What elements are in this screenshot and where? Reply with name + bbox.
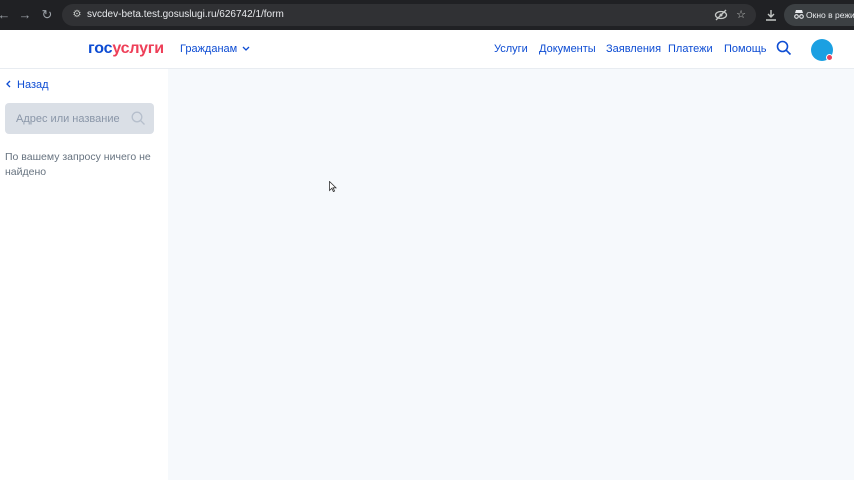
nav-link-services[interactable]: Услуги (494, 42, 528, 56)
back-arrow-icon[interactable]: ← (0, 7, 12, 23)
incognito-label: Окно в режим (806, 10, 854, 20)
audience-dropdown[interactable]: Гражданам (180, 42, 250, 56)
search-icon[interactable] (776, 40, 792, 56)
back-link[interactable]: Назад (5, 78, 49, 93)
back-label: Назад (17, 79, 49, 91)
address-search[interactable] (5, 103, 154, 134)
eye-off-icon[interactable] (714, 8, 728, 22)
logo-part-gos: гос (88, 40, 113, 57)
audience-label: Гражданам (180, 43, 238, 55)
gosuslugi-logo[interactable]: госуслуги (88, 40, 164, 58)
incognito-icon (792, 8, 806, 22)
site-header: госуслуги Гражданам Услуги Документы Зая… (0, 30, 854, 69)
map-area[interactable] (168, 69, 854, 480)
reload-icon[interactable]: ↻ (39, 7, 55, 23)
nav-link-payments[interactable]: Платежи (668, 42, 713, 56)
nav-link-documents[interactable]: Документы (539, 42, 596, 56)
search-icon[interactable] (131, 111, 146, 126)
nav-link-help[interactable]: Помощь (724, 42, 767, 56)
star-icon[interactable]: ☆ (734, 8, 748, 22)
logo-part-uslugi: услуги (112, 40, 164, 57)
chevron-left-icon (5, 79, 11, 93)
forward-arrow-icon[interactable]: → (17, 7, 33, 23)
download-icon[interactable] (763, 7, 779, 23)
tune-icon[interactable]: ⚙ (70, 8, 84, 22)
nav-link-applications[interactable]: Заявления (606, 42, 661, 56)
incognito-indicator[interactable]: Окно в режим (784, 4, 854, 26)
address-search-input[interactable] (5, 103, 125, 134)
url-text[interactable]: svcdev-beta.test.gosuslugi.ru/626742/1/f… (87, 8, 284, 22)
sidebar: Назад По вашему запросу ничего не найден… (0, 69, 168, 480)
cursor-icon (329, 179, 337, 193)
chevron-down-icon (242, 42, 250, 56)
empty-results-message: По вашему запросу ничего не найдено (5, 151, 151, 178)
address-bar[interactable]: ⚙ svcdev-beta.test.gosuslugi.ru/626742/1… (62, 4, 756, 26)
browser-toolbar: ← → ↻ ⚙ svcdev-beta.test.gosuslugi.ru/62… (0, 0, 854, 30)
notification-dot (826, 54, 833, 61)
